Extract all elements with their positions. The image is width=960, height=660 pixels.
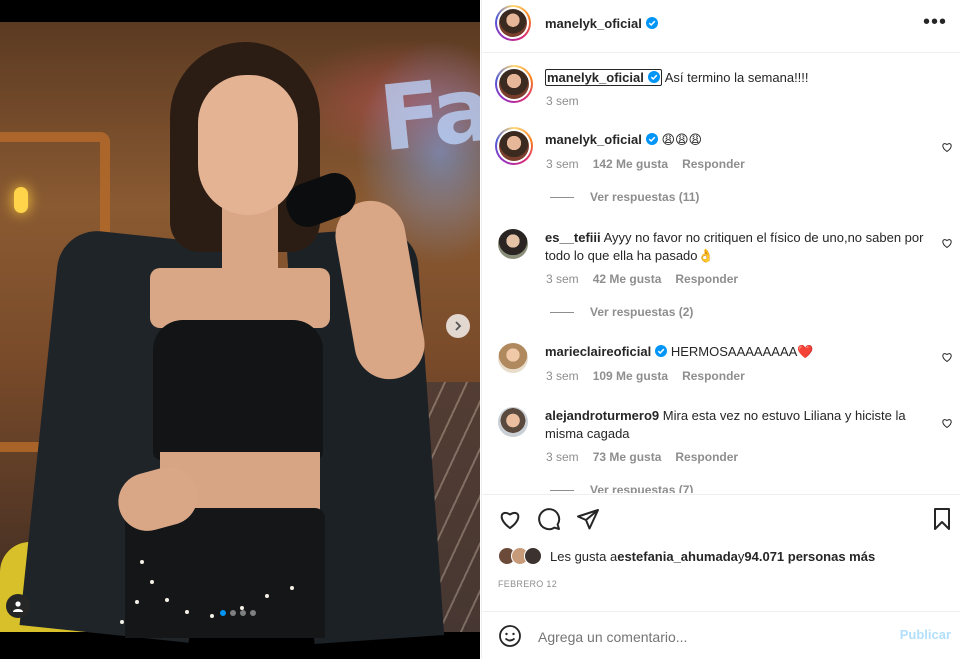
comment-text: HERMOSAAAAAAAA❤️ — [670, 344, 814, 359]
comment-meta: 3 sem 142 Me gusta Responder — [546, 157, 759, 171]
view-replies-button[interactable]: Ver respuestas (7) — [550, 483, 693, 493]
carousel-dot — [240, 610, 246, 616]
comment-time[interactable]: 3 sem — [546, 157, 579, 171]
comment-composer: Publicar — [482, 611, 960, 660]
more-options-button[interactable]: ••• — [923, 12, 947, 32]
emoji-smiley-icon[interactable] — [498, 624, 522, 648]
post-actions: Les gusta a estefania_ahumada y 94.071 p… — [482, 494, 960, 659]
caption-time: 3 sem — [546, 94, 579, 108]
comment-bubble-icon[interactable] — [537, 507, 561, 531]
carousel-dots — [220, 610, 256, 616]
carousel-dot — [230, 610, 236, 616]
verified-badge-icon — [645, 17, 658, 29]
comment-username[interactable]: manelyk_oficial — [545, 132, 642, 147]
caption-text: Así termino la semana!!!! — [664, 70, 809, 85]
view-replies-button[interactable]: Ver respuestas (11) — [550, 190, 699, 204]
comments-list[interactable]: manelyk_oficial Así termino la semana!!!… — [482, 53, 960, 493]
comment-meta: 3 sem 73 Me gusta Responder — [546, 450, 752, 464]
comment-meta: 3 sem 109 Me gusta Responder — [546, 369, 759, 383]
liker-avatar — [524, 547, 542, 565]
caption-avatar[interactable] — [495, 65, 533, 103]
woman-figure — [0, 0, 480, 659]
reply-button[interactable]: Responder — [675, 450, 738, 464]
comment-item: es__tefiii Ayyy no favor no critiquen el… — [482, 223, 960, 327]
comment-likes[interactable]: 73 Me gusta — [593, 450, 662, 464]
comment-avatar[interactable] — [495, 127, 533, 165]
tagged-users-button[interactable] — [6, 594, 30, 618]
author-username[interactable]: manelyk_oficial — [545, 16, 642, 31]
comment-likes[interactable]: 142 Me gusta — [593, 157, 668, 171]
likes-count[interactable]: 94.071 personas más — [744, 549, 875, 564]
chevron-right-icon — [455, 321, 462, 331]
author-avatar[interactable] — [495, 5, 531, 41]
verified-badge-icon — [647, 71, 660, 83]
comment-likes[interactable]: 42 Me gusta — [593, 272, 662, 286]
verified-badge-icon — [645, 133, 658, 145]
comment-item: alejandroturmero9 Mira esta vez no estuv… — [482, 403, 960, 493]
reply-button[interactable]: Responder — [682, 157, 745, 171]
next-slide-button[interactable] — [446, 314, 470, 338]
face — [198, 75, 298, 215]
caption-username[interactable]: manelyk_oficial — [545, 69, 662, 86]
reply-button[interactable]: Responder — [675, 272, 738, 286]
comment-input[interactable] — [536, 624, 880, 650]
comment-like-heart-icon[interactable] — [941, 237, 953, 249]
likes-prefix: Les gusta a — [550, 548, 618, 564]
comment-avatar[interactable] — [498, 229, 528, 259]
post-photo[interactable]: Fa — [0, 0, 480, 659]
post-side-panel: manelyk_oficial ••• manelyk_oficial Así … — [481, 0, 960, 659]
comment-username[interactable]: es__tefiii — [545, 230, 601, 245]
view-replies-button[interactable]: Ver respuestas (2) — [550, 305, 693, 319]
carousel-dot — [250, 610, 256, 616]
share-paper-plane-icon[interactable] — [576, 507, 600, 531]
chest — [150, 268, 330, 328]
comment-time[interactable]: 3 sem — [546, 450, 579, 464]
reply-button[interactable]: Responder — [682, 369, 745, 383]
comment-username[interactable]: marieclaireoficial — [545, 344, 651, 359]
comment-item: marieclaireoficial HERMOSAAAAAAAA❤️ 3 se… — [482, 337, 960, 397]
comment-avatar[interactable] — [498, 407, 528, 437]
comment-item: manelyk_oficial 😩😩😩 3 sem 142 Me gusta Res… — [482, 123, 960, 213]
publish-button[interactable]: Publicar — [900, 627, 951, 642]
comment-text: Ayyy no favor no critiquen el físico de … — [545, 230, 924, 263]
post-header: manelyk_oficial ••• — [482, 0, 960, 53]
comment-like-heart-icon[interactable] — [941, 351, 953, 363]
black-top — [153, 320, 323, 460]
carousel-dot — [220, 610, 226, 616]
likes-summary[interactable]: Les gusta a estefania_ahumada y 94.071 p… — [498, 547, 875, 565]
comment-time[interactable]: 3 sem — [546, 369, 579, 383]
comment-like-heart-icon[interactable] — [941, 141, 953, 153]
comment-like-heart-icon[interactable] — [941, 417, 953, 429]
user-icon — [13, 601, 23, 612]
verified-badge-icon — [655, 345, 668, 357]
post-caption: manelyk_oficial Así termino la semana!!!… — [482, 53, 960, 123]
like-heart-icon[interactable] — [498, 507, 522, 531]
comment-text: 😩😩😩 — [661, 132, 703, 147]
comment-likes[interactable]: 109 Me gusta — [593, 369, 668, 383]
instagram-post-modal: Fa manelyk_oficial ••• manelyk_oficial A… — [0, 0, 960, 659]
save-bookmark-icon[interactable] — [930, 507, 954, 531]
comment-meta: 3 sem 42 Me gusta Responder — [546, 272, 752, 286]
comment-avatar[interactable] — [498, 343, 528, 373]
liker-username[interactable]: estefania_ahumada — [617, 549, 738, 564]
comment-username[interactable]: alejandroturmero9 — [545, 408, 659, 423]
comment-time[interactable]: 3 sem — [546, 272, 579, 286]
post-date[interactable]: FEBRERO 12 — [498, 579, 557, 589]
